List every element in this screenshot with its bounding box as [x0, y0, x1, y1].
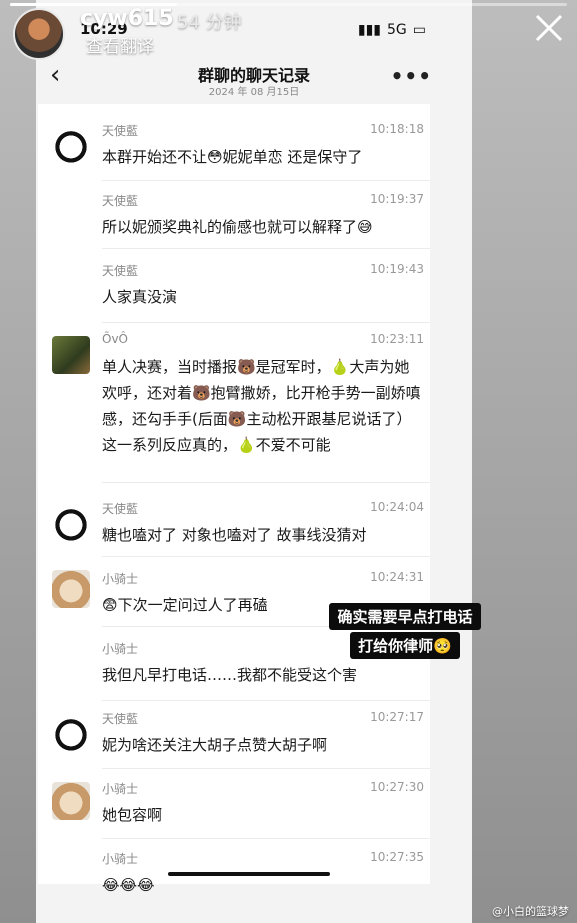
message-text: 本群开始还不让😳妮妮单恋 还是保守了 — [102, 148, 363, 166]
divider — [102, 700, 430, 701]
message-time: 10:24:04 — [370, 500, 424, 514]
sender-name: 小骑士 — [102, 572, 139, 586]
message-time: 10:24:31 — [370, 570, 424, 584]
overlay-line: 确实需要早点打电话 — [329, 603, 481, 630]
overlay-line: 打给你律师🥺 — [350, 632, 460, 659]
message-time: 10:27:35 — [370, 850, 424, 864]
sender-name: 天使藍 — [102, 194, 139, 208]
message-time: 10:23:11 — [370, 332, 424, 346]
message-time: 10:27:30 — [370, 780, 424, 794]
home-indicator — [168, 872, 330, 876]
story-header: cyw615 54 分钟 查看翻译 — [0, 0, 577, 64]
message-time: 10:19:37 — [370, 192, 424, 206]
message-text: 单人决赛，当时播报🐻是冠军时，🍐大声为她欢呼，还对着🐻抱臂撒娇，比开枪手势一副娇… — [102, 358, 421, 454]
chat-record-card: 天使藍 10:18:18 本群开始还不让😳妮妮单恋 还是保守了 天使藍 10:1… — [38, 104, 430, 894]
message-text: 所以妮颁奖典礼的偷感也就可以解释了😅 — [102, 218, 373, 236]
message-text: 人家真没演 — [102, 288, 178, 306]
divider — [102, 838, 430, 839]
message-text: 她包容啊 — [102, 806, 163, 824]
username[interactable]: cyw615 — [80, 6, 174, 31]
story-text-overlay: 确实需要早点打电话 打给你律师🥺 — [313, 603, 497, 661]
avatar — [52, 714, 90, 752]
watermark: @小白的篮球梦 — [492, 905, 569, 918]
divider — [102, 248, 430, 249]
sender-name: 小骑士 — [102, 852, 139, 866]
sender-name: ÕvÔ — [102, 332, 128, 346]
divider — [102, 768, 430, 769]
message-time: 10:18:18 — [370, 122, 424, 136]
translate-link[interactable]: 查看翻译 — [86, 32, 154, 57]
sender-name: 天使藍 — [102, 264, 139, 278]
sender-name: 天使藍 — [102, 712, 139, 726]
sender-name: 小骑士 — [102, 782, 139, 796]
divider — [102, 482, 430, 483]
divider — [102, 322, 430, 323]
sender-name: 天使藍 — [102, 502, 139, 516]
message-text: 我但凡早打电话……我都不能受这个害 — [102, 666, 358, 684]
avatar — [52, 336, 90, 374]
sender-name: 天使藍 — [102, 124, 139, 138]
avatar — [52, 782, 90, 820]
avatar — [52, 570, 90, 608]
message-time: 10:19:43 — [370, 262, 424, 276]
sender-name: 小骑士 — [102, 642, 139, 656]
divider — [102, 180, 430, 181]
close-icon-glyph — [535, 14, 563, 42]
message-text: 妮为啥还关注大胡子点赞大胡子啊 — [102, 736, 328, 754]
message-text: 糖也嗑对了 对象也嗑对了 故事线没猜对 — [102, 526, 367, 544]
message-time: 10:27:17 — [370, 710, 424, 724]
chat-screenshot: 10:29 ▮▮▮ 5G ▭ ‹ 群聊的聊天记录 2024 年 08 月15日 … — [36, 0, 472, 923]
avatar — [52, 504, 90, 542]
avatar — [52, 126, 90, 164]
more-icon[interactable]: ••• — [391, 64, 432, 88]
post-time: 54 分钟 — [177, 12, 242, 33]
avatar[interactable] — [13, 8, 65, 60]
close-icon[interactable] — [531, 10, 567, 46]
divider — [102, 556, 430, 557]
